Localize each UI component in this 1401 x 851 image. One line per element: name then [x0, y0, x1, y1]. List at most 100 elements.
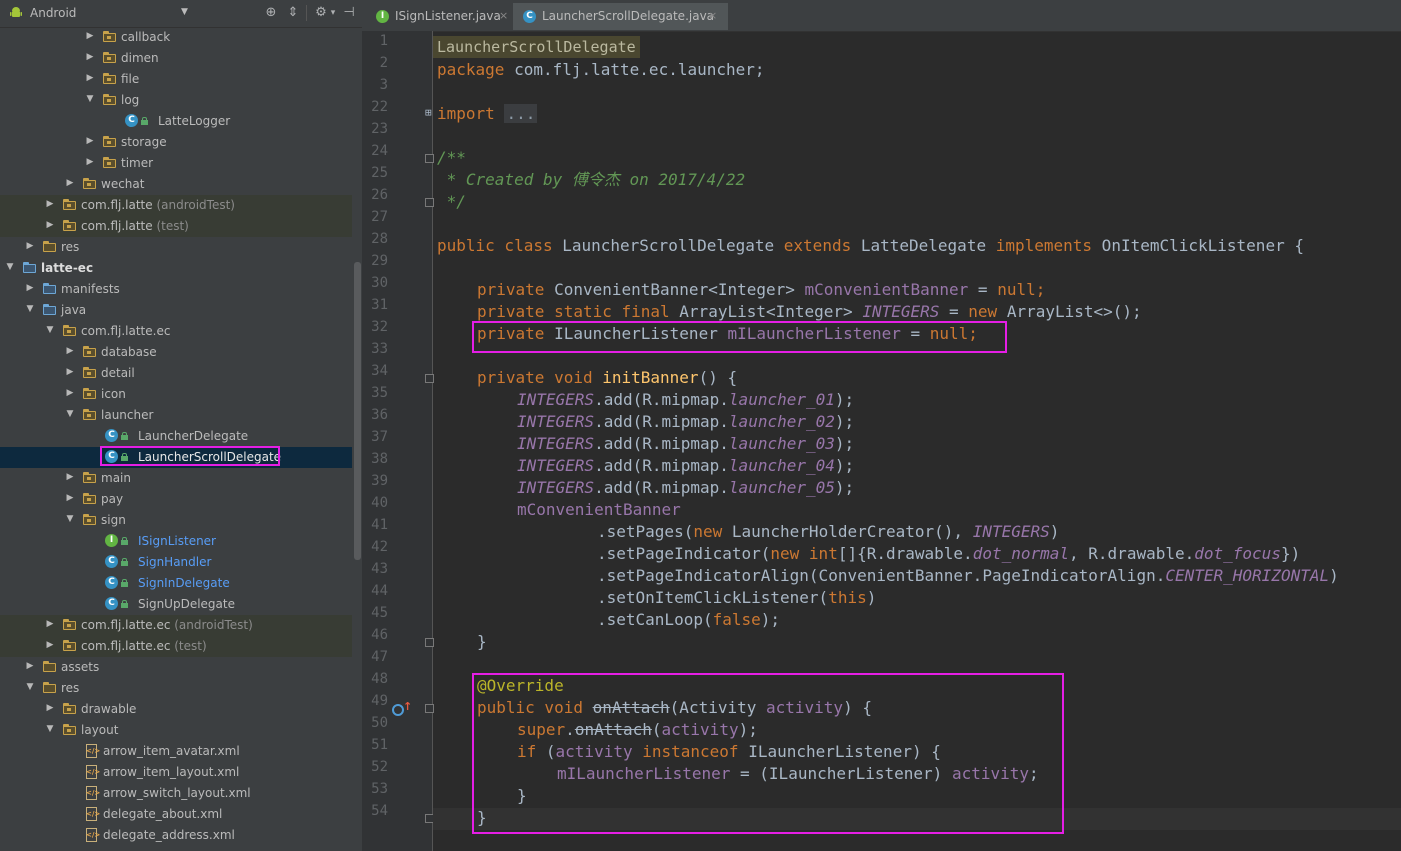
class-breadcrumb[interactable]: LauncherScrollDelegate	[433, 36, 640, 58]
line-number[interactable]: 49	[362, 693, 388, 709]
line-number[interactable]: 36	[362, 407, 388, 423]
folded-imports[interactable]: ...	[504, 104, 538, 123]
tree-row[interactable]: I ISignListener	[0, 531, 352, 552]
chevron-right-icon[interactable]: ▶	[45, 640, 55, 650]
close-icon[interactable]: ×	[499, 9, 508, 22]
tree-row[interactable]: ▶ com.flj.latte.ec (test)	[0, 636, 352, 657]
chevron-right-icon[interactable]: ▶	[65, 472, 75, 482]
chevron-right-icon[interactable]: ▶	[65, 346, 75, 356]
code-line[interactable]: .setCanLoop(false);	[597, 609, 780, 631]
tree-row[interactable]: C LauncherScrollDelegate	[0, 446, 352, 468]
line-number[interactable]: 32	[362, 319, 388, 335]
code-line[interactable]: private static final ArrayList<Integer> …	[477, 301, 1142, 323]
chevron-down-icon[interactable]: ▼	[25, 682, 35, 692]
code-line[interactable]: INTEGERS.add(R.mipmap.launcher_02);	[517, 411, 854, 433]
line-number[interactable]: 28	[362, 231, 388, 247]
line-number[interactable]: 27	[362, 209, 388, 225]
chevron-right-icon[interactable]: ▶	[85, 73, 95, 83]
tree-row[interactable]: ▶ callback	[0, 27, 352, 48]
close-icon[interactable]: ×	[708, 9, 717, 22]
line-number[interactable]: 43	[362, 561, 388, 577]
line-number[interactable]: 51	[362, 737, 388, 753]
tree-row[interactable]: ▶ icon	[0, 384, 352, 405]
code-line[interactable]: private void initBanner() {	[477, 367, 737, 389]
line-number[interactable]: 53	[362, 781, 388, 797]
tab-launcherscrolldelegate[interactable]: C LauncherScrollDelegate.java ×	[513, 3, 728, 30]
chevron-right-icon[interactable]: ▶	[65, 178, 75, 188]
tree-row[interactable]: </> arrow_item_avatar.xml	[0, 741, 352, 762]
line-number[interactable]: 39	[362, 473, 388, 489]
tree-row[interactable]: ▶ manifests	[0, 279, 352, 300]
code-line[interactable]: /**	[437, 147, 466, 169]
line-number[interactable]: 33	[362, 341, 388, 357]
tree-row[interactable]: ▶ com.flj.latte (androidTest)	[0, 195, 352, 216]
collapse-fold-icon[interactable]	[425, 704, 434, 713]
chevron-down-icon[interactable]: ▼	[45, 724, 55, 734]
chevron-right-icon[interactable]: ▶	[45, 703, 55, 713]
line-number[interactable]: 35	[362, 385, 388, 401]
chevron-right-icon[interactable]: ▶	[65, 367, 75, 377]
code-line[interactable]: */	[437, 191, 466, 213]
chevron-down-icon[interactable]: ▼	[65, 409, 75, 419]
chevron-right-icon[interactable]: ▶	[65, 388, 75, 398]
line-number[interactable]: 31	[362, 297, 388, 313]
line-number[interactable]: 25	[362, 165, 388, 181]
code-line[interactable]: }	[477, 631, 487, 653]
line-number[interactable]: 30	[362, 275, 388, 291]
tree-row[interactable]: ▶ dimen	[0, 48, 352, 69]
tree-row[interactable]: </> arrow_switch_layout.xml	[0, 783, 352, 804]
collapse-fold-icon[interactable]	[425, 154, 434, 163]
target-icon[interactable]: ⊕	[263, 5, 279, 21]
chevron-right-icon[interactable]: ▶	[25, 661, 35, 671]
project-view-selector[interactable]: Android	[30, 6, 76, 20]
tree-row[interactable]: ▶ wechat	[0, 174, 352, 195]
settings-caret-icon[interactable]: ▾	[325, 5, 341, 21]
chevron-right-icon[interactable]: ▶	[85, 31, 95, 41]
tree-row[interactable]: C SignHandler	[0, 552, 352, 573]
chevron-right-icon[interactable]: ▶	[25, 241, 35, 251]
chevron-right-icon[interactable]: ▶	[45, 220, 55, 230]
line-number[interactable]: 44	[362, 583, 388, 599]
collapse-fold-icon[interactable]	[425, 198, 434, 207]
line-number[interactable]: 24	[362, 143, 388, 159]
tree-row[interactable]: ▶ drawable	[0, 699, 352, 720]
chevron-right-icon[interactable]: ▶	[85, 157, 95, 167]
code-line[interactable]: .setPageIndicator(new int[]{R.drawable.d…	[597, 543, 1300, 565]
code-line[interactable]: .setOnItemClickListener(this)	[597, 587, 876, 609]
chevron-right-icon[interactable]: ▶	[65, 493, 75, 503]
code-line[interactable]: .setPageIndicatorAlign(ConvenientBanner.…	[597, 565, 1339, 587]
tree-row[interactable]: C SignInDelegate	[0, 573, 352, 594]
tree-row[interactable]: ▶ com.flj.latte.ec (androidTest)	[0, 615, 352, 636]
line-number[interactable]: 48	[362, 671, 388, 687]
tree-row[interactable]: C LauncherDelegate	[0, 426, 352, 447]
line-number[interactable]: 26	[362, 187, 388, 203]
code-line[interactable]: public class LauncherScrollDelegate exte…	[437, 235, 1304, 257]
code-line[interactable]: * Created by 傅令杰 on 2017/4/22	[437, 169, 745, 191]
tree-row[interactable]: ▶ main	[0, 468, 352, 489]
line-number[interactable]: 1	[362, 33, 388, 49]
collapse-icon[interactable]: ⇕	[285, 5, 301, 21]
collapse-fold-icon[interactable]	[425, 374, 434, 383]
chevron-right-icon[interactable]: ▶	[45, 619, 55, 629]
tree-row[interactable]: </> delegate_address.xml	[0, 825, 352, 846]
line-number[interactable]: 54	[362, 803, 388, 819]
tree-row[interactable]: ▶ storage	[0, 132, 352, 153]
line-number[interactable]: 50	[362, 715, 388, 731]
code-line[interactable]: import ...	[437, 103, 538, 125]
chevron-down-icon[interactable]: ▼	[181, 7, 188, 17]
tree-row[interactable]: ▼ log	[0, 90, 352, 111]
code-line[interactable]: private ConvenientBanner<Integer> mConve…	[477, 279, 1045, 301]
line-number[interactable]: 3	[362, 77, 388, 93]
expand-icon[interactable]: ⊞	[425, 106, 432, 119]
line-number[interactable]: 38	[362, 451, 388, 467]
code-line[interactable]: INTEGERS.add(R.mipmap.launcher_05);	[517, 477, 854, 499]
chevron-right-icon[interactable]: ▶	[45, 199, 55, 209]
tree-row[interactable]: ▼ java	[0, 300, 352, 321]
line-number[interactable]: 29	[362, 253, 388, 269]
chevron-right-icon[interactable]: ▶	[25, 283, 35, 293]
tree-row[interactable]: ▶ timer	[0, 153, 352, 174]
tree-row[interactable]: ▼ com.flj.latte.ec	[0, 321, 352, 342]
line-number[interactable]: 37	[362, 429, 388, 445]
chevron-right-icon[interactable]: ▶	[85, 136, 95, 146]
code-line[interactable]: INTEGERS.add(R.mipmap.launcher_03);	[517, 433, 854, 455]
